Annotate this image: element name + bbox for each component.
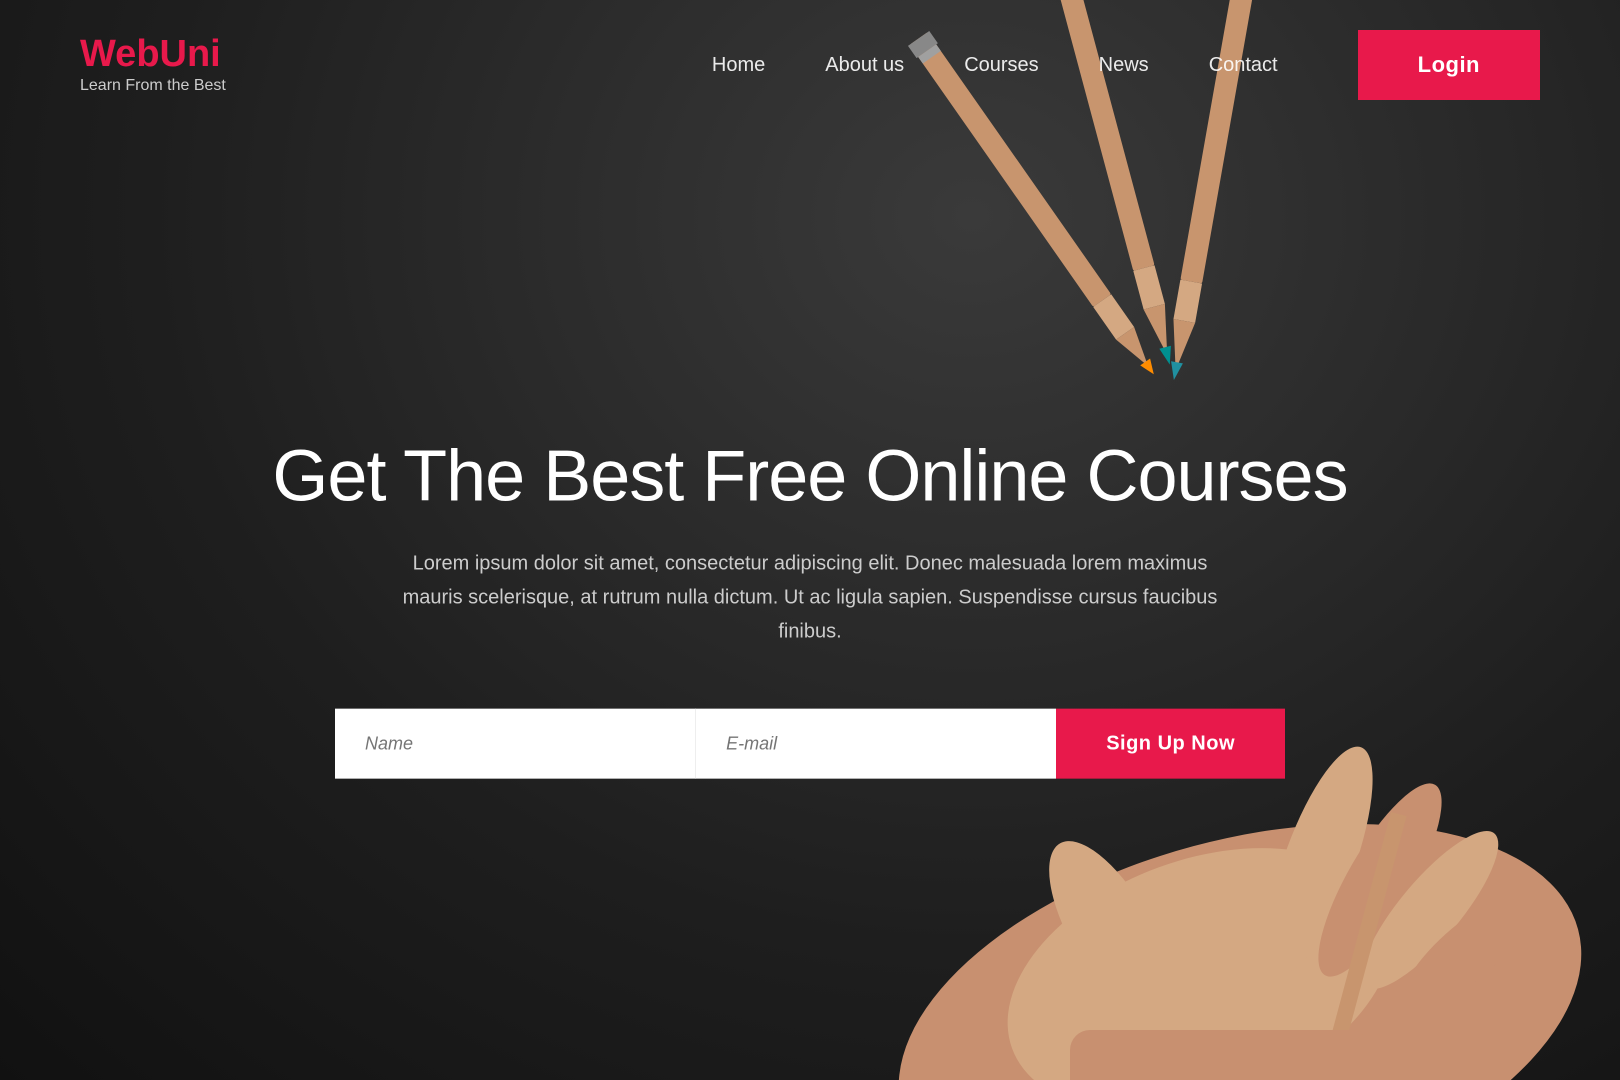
logo-tagline: Learn From the Best <box>80 77 226 95</box>
hero-description: Lorem ipsum dolor sit amet, consectetur … <box>385 547 1235 649</box>
navbar: WebUni Learn From the Best Home About us… <box>0 0 1620 130</box>
hero-title: Get The Best Free Online Courses <box>260 438 1360 517</box>
login-button[interactable]: Login <box>1358 30 1540 100</box>
nav-item-contact[interactable]: Contact <box>1209 54 1278 77</box>
nav-link-contact[interactable]: Contact <box>1209 54 1278 76</box>
nav-link-home[interactable]: Home <box>712 54 765 76</box>
hero-content: Get The Best Free Online Courses Lorem i… <box>260 438 1360 779</box>
nav-item-courses[interactable]: Courses <box>964 54 1038 77</box>
name-input[interactable] <box>335 709 696 779</box>
nav-link-courses[interactable]: Courses <box>964 54 1038 76</box>
nav-link-about[interactable]: About us <box>825 54 904 76</box>
nav-item-home[interactable]: Home <box>712 54 765 77</box>
signup-form: Sign Up Now <box>335 709 1285 779</box>
nav-links: Home About us Courses News Contact <box>712 54 1278 77</box>
logo-web: Web <box>80 33 160 75</box>
nav-link-news[interactable]: News <box>1099 54 1149 76</box>
signup-button[interactable]: Sign Up Now <box>1056 709 1285 779</box>
logo-brand: WebUni <box>80 35 226 73</box>
email-input[interactable] <box>696 709 1056 779</box>
hero-section: WebUni Learn From the Best Home About us… <box>0 0 1620 1080</box>
logo[interactable]: WebUni Learn From the Best <box>80 35 226 95</box>
nav-item-news[interactable]: News <box>1099 54 1149 77</box>
logo-uni: Uni <box>160 33 221 75</box>
nav-item-about[interactable]: About us <box>825 54 904 77</box>
